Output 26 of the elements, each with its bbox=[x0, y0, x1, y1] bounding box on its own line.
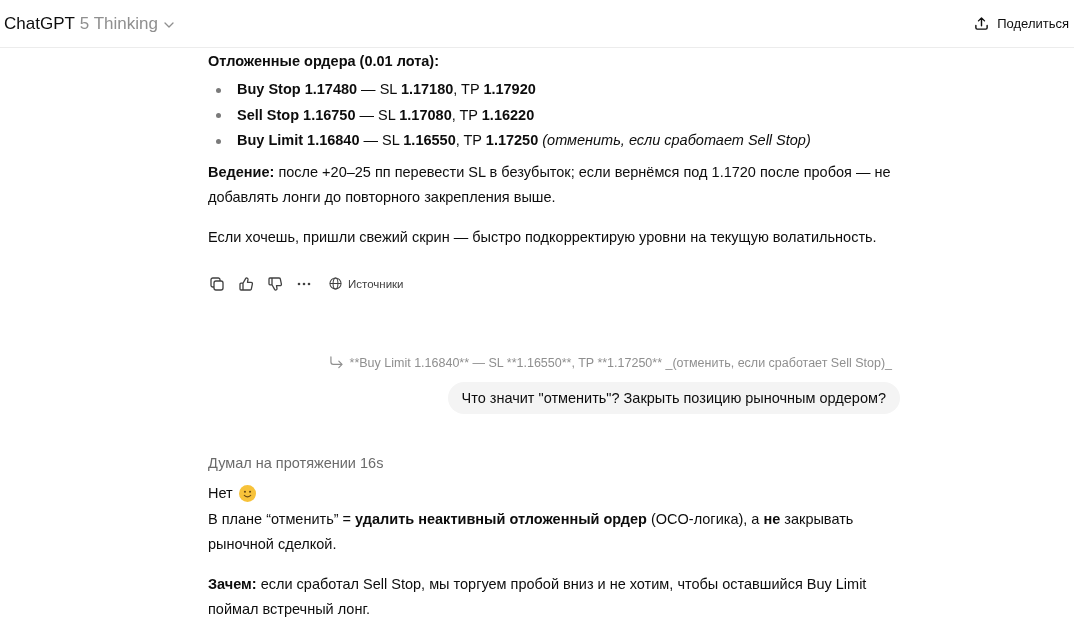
quoted-text: **Buy Limit 1.16840** — SL **1.16550**, TP **1.17250** _(отменить, если сработает Sell Stop)_ bbox=[349, 355, 892, 370]
chevron-down-icon bbox=[164, 21, 174, 28]
paragraph: Ведение: после +20–25 пп перевести SL в безубыток; если вернёмся под 1.1720 после пробоя — не добавлять лонги до повторного закрепления выше. bbox=[208, 163, 892, 207]
upload-icon bbox=[974, 16, 990, 31]
list-item-text: Buy Limit 1.16840 — SL 1.16550, TP 1.17250 (отменить, если сработает Sell Stop) bbox=[237, 131, 811, 150]
globe-icon bbox=[329, 277, 342, 290]
user-message-bubble: Что значит "отменить"? Закрыть позицию рыночным ордером? bbox=[447, 381, 900, 414]
bullet-icon bbox=[216, 87, 221, 93]
thumbs-down-icon bbox=[266, 275, 283, 292]
list-item-text: Sell Stop 1.16750 — SL 1.17080, TP 1.16220 bbox=[237, 105, 535, 125]
reply-arrow-icon bbox=[328, 356, 344, 369]
list-item-text: Buy Stop 1.17480 — SL 1.17180, TP 1.17920 bbox=[237, 80, 536, 99]
bullet-icon bbox=[216, 113, 221, 118]
more-icon bbox=[296, 281, 311, 286]
sources-button[interactable]: Источники bbox=[321, 268, 412, 299]
bullet-icon bbox=[216, 138, 221, 144]
section-heading: Отложенные ордера (0.01 лота): bbox=[208, 52, 440, 71]
paragraph: Зачем: если сработал Sell Stop, мы торгуем пробой вниз и не хотим, чтобы оставшийся Buy Limit поймал встречный лонг. bbox=[208, 575, 868, 619]
thumbs-up-icon bbox=[237, 275, 254, 292]
copy-icon bbox=[208, 275, 225, 292]
model-selector[interactable]: ChatGPT 5 Thinking bbox=[4, 7, 174, 40]
reply-text: Нет bbox=[208, 484, 233, 503]
thinking-duration-label[interactable]: Думал на протяжении 16s bbox=[208, 451, 900, 476]
share-button[interactable]: Поделиться bbox=[970, 7, 1070, 40]
smiley-face-icon bbox=[238, 485, 256, 502]
paragraph: Если хочешь, пришли свежий скрин — быстро подкорректирую уровни на текущую волатильность. bbox=[208, 228, 878, 247]
